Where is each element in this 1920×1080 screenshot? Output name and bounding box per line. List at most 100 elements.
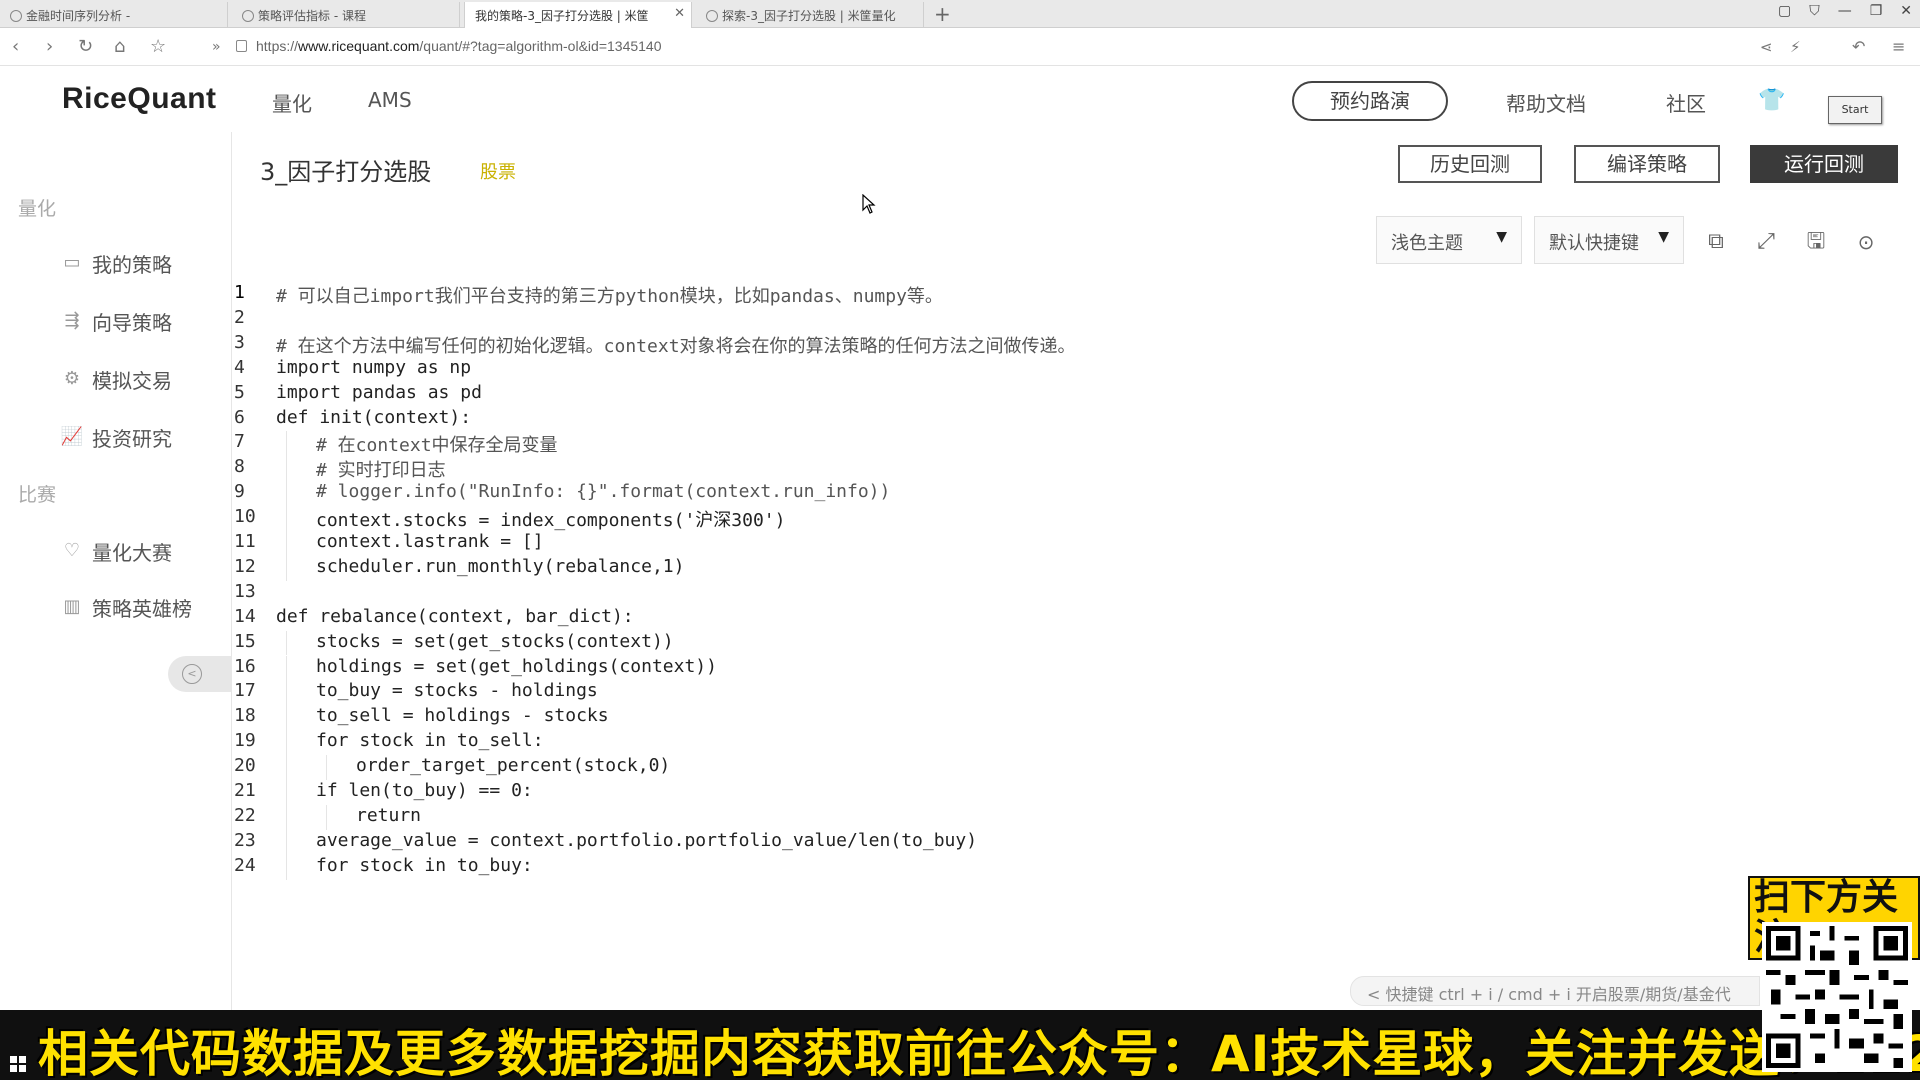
qr-code-image: [1766, 926, 1908, 1068]
trophy-icon: ♡: [63, 540, 81, 561]
browser-tab[interactable]: 金融时间序列分析 -: [0, 2, 228, 28]
collapse-sidebar-button[interactable]: <: [168, 656, 232, 692]
indent-guide: [286, 680, 287, 706]
line-number: 15: [234, 630, 256, 652]
indent-guide: [286, 431, 287, 457]
copy-icon[interactable]: ⧉: [1702, 228, 1730, 256]
sidebar-item-leaderboard[interactable]: ▥ 策略英雄榜: [60, 592, 192, 622]
indent-guide: [286, 804, 287, 830]
tab-label: 策略评估指标 - 课程: [258, 9, 366, 23]
forward-icon[interactable]: ›: [46, 36, 53, 57]
close-window-icon[interactable]: ✕: [1900, 3, 1912, 19]
page-icon[interactable]: ▢: [1778, 3, 1791, 19]
ricequant-logo[interactable]: RiceQuant: [62, 82, 217, 116]
sidebar-item-guided-strategies[interactable]: ⇶ 向导策略: [60, 306, 172, 336]
browser-tab[interactable]: 策略评估指标 - 课程: [232, 2, 460, 28]
shortcut-hint[interactable]: < 快捷键 ctrl + i / cmd + i 开启股票/期货/基金代: [1350, 976, 1760, 1006]
restore-icon[interactable]: ❐: [1870, 3, 1883, 19]
code-text: # 在context中保存全局变量: [316, 435, 558, 457]
code-text: context.stocks = index_components('沪深300…: [316, 510, 786, 532]
compile-strategy-button[interactable]: 编译策略: [1574, 145, 1720, 183]
nav-community[interactable]: 社区: [1666, 88, 1706, 117]
nav-help-docs[interactable]: 帮助文档: [1506, 88, 1586, 117]
sidebar-item-investment-research[interactable]: 📈 投资研究: [60, 422, 172, 452]
chevron-down-icon: ▼: [1658, 229, 1669, 245]
keymap-select[interactable]: 默认快捷键 ▼: [1534, 216, 1684, 264]
indent-guide: [286, 456, 287, 482]
url-host: www.ricequant.com: [298, 38, 420, 54]
sidebar-item-label: 模拟交易: [92, 368, 172, 393]
browser-tab-active[interactable]: 我的策略-3_因子打分选股 | 米筐 ✕: [464, 2, 692, 28]
indent-guide: [286, 829, 287, 855]
leaderboard-icon: ▥: [63, 596, 81, 617]
shirt-icon[interactable]: 👕: [1758, 88, 1785, 113]
left-sidebar: 量化 ▭ 我的策略 ⇶ 向导策略 ⚙ 模拟交易 📈 投资研究 比赛 ♡ 量化大赛 ▥ 策略英…: [0, 132, 232, 1042]
indent-guide: [286, 555, 287, 581]
url-field[interactable]: https://www.ricequant.com/quant/#?tag=al…: [256, 38, 662, 54]
indent-guide: [286, 506, 287, 531]
sidebar-section-competition: 比赛: [18, 484, 57, 506]
start-button[interactable]: Start: [1828, 96, 1882, 124]
close-tab-icon[interactable]: ✕: [674, 6, 685, 21]
new-tab-button[interactable]: +: [934, 2, 951, 26]
line-number: 21: [234, 780, 256, 801]
code-text: # 实时打印日志: [316, 460, 446, 482]
code-text: # 在这个方法中编写任何的初始化逻辑。context对象将会在你的算法策略的任何…: [276, 335, 1076, 357]
menu-icon[interactable]: ≡: [1892, 37, 1905, 56]
theme-select[interactable]: 浅色主题 ▼: [1376, 216, 1522, 264]
bookmark-star-icon[interactable]: ☆: [150, 36, 166, 57]
line-number: 17: [234, 680, 256, 702]
indent-guide: [286, 854, 287, 880]
tab-favicon-icon: [706, 10, 718, 22]
code-editor[interactable]: 1 # 可以自己import我们平台支持的第三方python模块，比如pandas…: [234, 280, 1760, 1020]
lightning-icon[interactable]: ⚡: [1790, 38, 1801, 56]
strategy-icon: ▭: [63, 252, 81, 273]
theme-select-value: 浅色主题: [1391, 233, 1463, 254]
minimize-icon[interactable]: —: [1838, 3, 1852, 19]
undo-icon[interactable]: ↶: [1852, 37, 1865, 56]
browser-tab[interactable]: 探索-3_因子打分选股 | 米筐量化: [696, 2, 924, 28]
line-number: 2: [234, 306, 245, 328]
line-number: 11: [234, 531, 256, 552]
collapse-panel-icon[interactable]: ⊙: [1852, 228, 1880, 256]
line-number: 12: [234, 555, 256, 577]
line-number: 1: [234, 282, 245, 303]
sidebar-item-my-strategies[interactable]: ▭ 我的策略: [60, 248, 172, 278]
run-backtest-button[interactable]: 运行回测: [1750, 145, 1898, 183]
shirt-skin-icon[interactable]: ⛉: [1809, 3, 1820, 19]
sidebar-item-simulated-trading[interactable]: ⚙ 模拟交易: [60, 364, 172, 394]
indent-guide: [286, 531, 287, 556]
indent-guide: [326, 755, 327, 780]
tab-label: 探索-3_因子打分选股 | 米筐量化: [722, 9, 896, 23]
window-controls: ▢ ⛉ — ❐ ✕: [1778, 3, 1912, 19]
book-demo-button[interactable]: 预约路演: [1292, 81, 1448, 121]
back-icon[interactable]: ‹: [12, 36, 19, 57]
share-icon[interactable]: ⋖: [1760, 38, 1773, 56]
code-line[interactable]: 24 for stock in to_buy:: [234, 854, 1760, 885]
line-number: 4: [234, 356, 245, 378]
nav-quant[interactable]: 量化: [272, 88, 312, 117]
sidebar-item-label: 策略英雄榜: [92, 596, 192, 621]
reload-icon[interactable]: ↻: [78, 36, 93, 57]
sidebar-section-quant: 量化: [18, 198, 57, 220]
sidebar-item-label: 量化大赛: [92, 540, 172, 565]
code-text: def rebalance(context, bar_dict):: [276, 605, 634, 627]
strategy-title: 3_因子打分选股: [260, 158, 432, 186]
code-text: import numpy as np: [276, 356, 472, 378]
indent-guide: [326, 804, 327, 830]
windows-start-icon[interactable]: [10, 1056, 26, 1072]
line-number: 9: [234, 481, 245, 503]
line-number: 24: [234, 854, 256, 876]
code-text: scheduler.run_monthly(rebalance,1): [316, 555, 685, 577]
sidebar-item-quant-contest[interactable]: ♡ 量化大赛: [60, 536, 172, 566]
home-icon[interactable]: ⌂: [114, 36, 125, 57]
tab-label: 我的策略-3_因子打分选股 | 米筐: [475, 9, 649, 23]
history-backtest-button[interactable]: 历史回测: [1398, 145, 1542, 183]
promo-caption: 相关代码数据及更多数据挖掘内容获取前往公众号：AI技术星球，关注并发送：222: [38, 1025, 1920, 1080]
save-icon[interactable]: 🖫: [1802, 228, 1830, 256]
sidebar-item-label: 投资研究: [92, 426, 172, 451]
nav-ams[interactable]: AMS: [368, 88, 412, 112]
code-text: for stock in to_buy:: [316, 854, 533, 876]
fullscreen-icon[interactable]: ⤢: [1752, 228, 1780, 256]
research-icon: 📈: [60, 426, 84, 447]
